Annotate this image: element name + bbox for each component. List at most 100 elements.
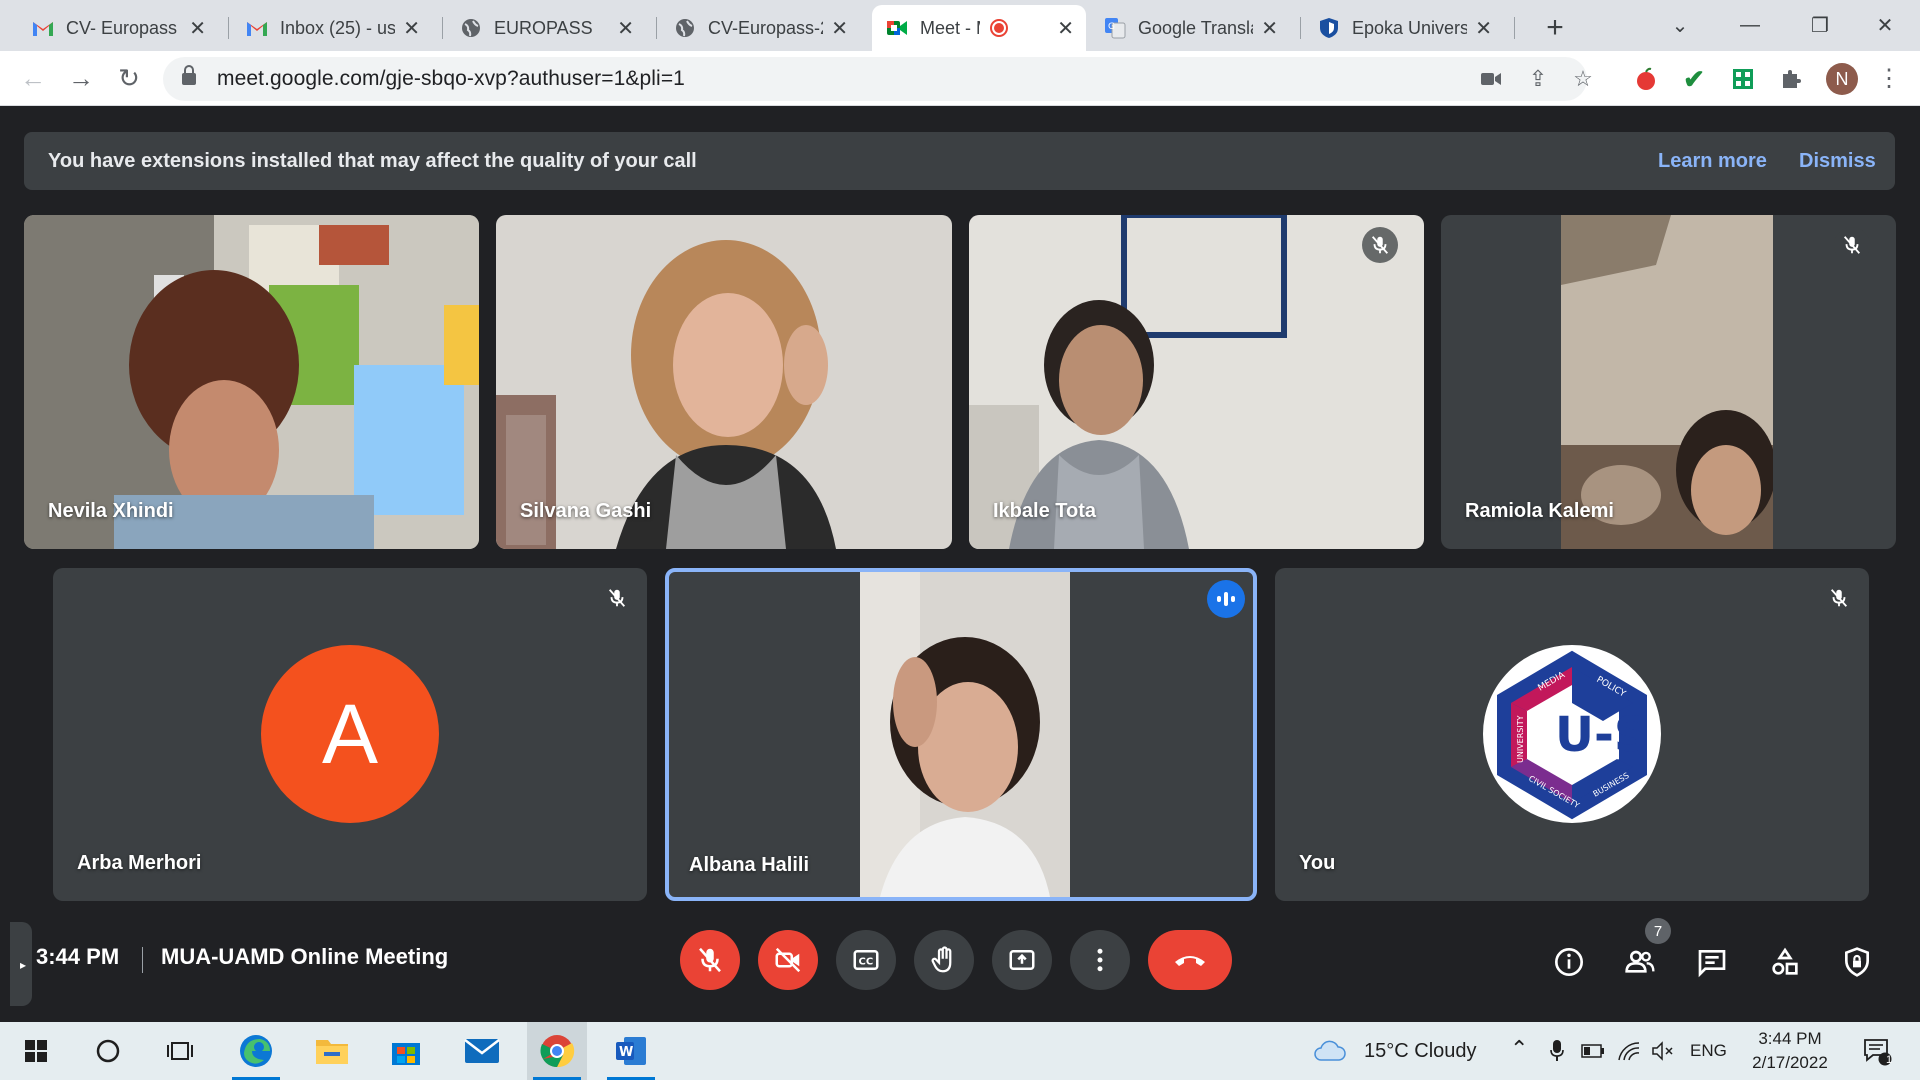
mail-icon[interactable] (452, 1022, 512, 1080)
input-language[interactable]: ENG (1690, 1041, 1727, 1061)
meet-icon (886, 17, 908, 39)
close-icon[interactable]: ✕ (1057, 16, 1074, 41)
extension-check-icon[interactable]: ✔ (1678, 63, 1710, 95)
notifications-icon[interactable]: 1 (1852, 1022, 1902, 1080)
edge-browser-icon[interactable] (226, 1022, 286, 1080)
dismiss-button[interactable]: Dismiss (1799, 132, 1876, 190)
microsoft-store-icon[interactable] (376, 1022, 436, 1080)
close-window-icon[interactable]: ✕ (1850, 0, 1920, 51)
hang-up-icon (1175, 956, 1205, 966)
wifi-icon[interactable] (1612, 1022, 1646, 1080)
raise-hand-button[interactable] (914, 930, 974, 990)
battery-icon[interactable] (1576, 1022, 1610, 1080)
tab-divider (442, 17, 443, 39)
globe-icon (460, 17, 482, 39)
tab-inbox[interactable]: Inbox (25) - usi ✕ (232, 5, 432, 51)
file-explorer-icon[interactable] (302, 1022, 362, 1080)
close-icon[interactable]: ✕ (189, 16, 206, 41)
profile-avatar[interactable]: N (1826, 63, 1858, 95)
participant-tile-active-speaker[interactable]: Albana Halili (665, 568, 1257, 901)
reload-icon[interactable]: ↻ (108, 57, 150, 99)
search-icon[interactable] (78, 1022, 138, 1080)
notification-count: 1 (1885, 1054, 1893, 1066)
participant-name: Arba Merhori (77, 852, 202, 874)
participant-video (969, 215, 1424, 549)
participant-name: Ikbale Tota (993, 500, 1096, 522)
tab-title: EUROPASS (494, 17, 593, 38)
word-icon[interactable]: W (601, 1022, 661, 1080)
present-icon (1009, 950, 1035, 970)
present-screen-button[interactable] (992, 930, 1052, 990)
people-button[interactable] (1618, 940, 1662, 984)
restore-icon[interactable]: ❐ (1785, 0, 1855, 51)
learn-more-link[interactable]: Learn more (1658, 132, 1767, 190)
meeting-time: 3:44 PM (36, 944, 120, 969)
camera-icon[interactable] (1473, 57, 1509, 101)
camera-off-button[interactable] (758, 930, 818, 990)
url-text: meet.google.com/gje-sbqo-xvp?authuser=1&… (217, 67, 685, 90)
mic-off-icon (699, 947, 721, 973)
new-tab-button[interactable]: + (1535, 8, 1575, 48)
more-options-button[interactable] (1070, 930, 1130, 990)
mic-off-button[interactable] (680, 930, 740, 990)
logo-segment: UNIVERSITY (1516, 715, 1525, 763)
extension-grid-icon[interactable] (1727, 63, 1759, 95)
tab-europass[interactable]: EUROPASS ✕ (446, 5, 646, 51)
svg-text:W: W (619, 1045, 633, 1060)
share-icon[interactable]: ⇪ (1520, 57, 1556, 101)
people-icon (1625, 950, 1655, 973)
muted-mic-icon (1362, 227, 1398, 263)
extension-apple-icon[interactable] (1630, 63, 1662, 95)
participant-tile[interactable]: Ikbale Tota (969, 215, 1424, 549)
tab-meet[interactable]: Meet - MU ✕ (872, 5, 1086, 51)
tab-title: Meet - MU (920, 17, 980, 38)
chat-button[interactable] (1690, 940, 1734, 984)
participant-tile[interactable]: Silvana Gashi (496, 215, 952, 549)
tab-cv-europass-2[interactable]: CV-Europass-2 ✕ (660, 5, 860, 51)
clock-time: 3:44 PM (1758, 1029, 1822, 1048)
activities-button[interactable] (1763, 940, 1807, 984)
participant-name: Albana Halili (689, 854, 810, 876)
show-hidden-icons-chevron-icon[interactable]: ⌃ (1510, 1036, 1528, 1062)
tab-epoka[interactable]: Epoka Universi ✕ (1304, 5, 1504, 51)
captions-button[interactable]: CC (836, 930, 896, 990)
microphone-icon[interactable] (1540, 1022, 1574, 1080)
tab-title: Inbox (25) - usi (280, 17, 396, 38)
meeting-details-button[interactable] (1547, 940, 1591, 984)
divider (142, 947, 143, 973)
close-icon[interactable]: ✕ (831, 16, 848, 41)
close-icon[interactable]: ✕ (617, 16, 634, 41)
volume-muted-icon[interactable] (1646, 1022, 1680, 1080)
tab-title: CV- Europass - (66, 17, 182, 38)
close-icon[interactable]: ✕ (1261, 16, 1278, 41)
minimize-icon[interactable]: — (1715, 0, 1785, 51)
side-panel-handle[interactable]: ▸ (10, 922, 32, 1006)
participant-video (860, 572, 1070, 897)
participant-video (1561, 215, 1773, 549)
back-icon[interactable]: ← (12, 57, 54, 99)
address-bar[interactable]: meet.google.com/gje-sbqo-xvp?authuser=1&… (163, 57, 1593, 101)
leave-call-button[interactable] (1148, 930, 1232, 990)
tab-google-translate[interactable]: G Google Transla ✕ (1090, 5, 1290, 51)
extensions-puzzle-icon[interactable] (1775, 63, 1807, 95)
tab-cv-europass[interactable]: CV- Europass - ✕ (18, 5, 218, 51)
windows-start-icon[interactable] (6, 1022, 66, 1080)
participant-tile[interactable]: Nevila Xhindi (24, 215, 479, 549)
captions-icon: CC (853, 950, 879, 970)
info-icon (1555, 948, 1583, 976)
close-icon[interactable]: ✕ (1475, 16, 1492, 41)
bookmark-star-icon[interactable]: ☆ (1565, 57, 1601, 101)
meeting-title: MUA-UAMD Online Meeting (161, 944, 449, 969)
tab-divider (228, 17, 229, 39)
chrome-icon[interactable] (527, 1022, 587, 1080)
participant-tile[interactable]: Ramiola Kalemi (1441, 215, 1896, 549)
browser-menu-icon[interactable]: ⋮ (1876, 60, 1902, 96)
task-view-icon[interactable] (150, 1022, 210, 1080)
weather-cloud-icon[interactable] (1308, 1022, 1352, 1080)
weather-text[interactable]: 15°C Cloudy (1364, 1040, 1477, 1063)
host-controls-button[interactable] (1835, 940, 1879, 984)
tab-search-icon[interactable]: ⌄ (1645, 0, 1715, 51)
close-icon[interactable]: ✕ (403, 16, 420, 41)
forward-icon[interactable]: → (60, 57, 102, 99)
system-clock[interactable]: 3:44 PM 2/17/2022 (1735, 1027, 1845, 1075)
